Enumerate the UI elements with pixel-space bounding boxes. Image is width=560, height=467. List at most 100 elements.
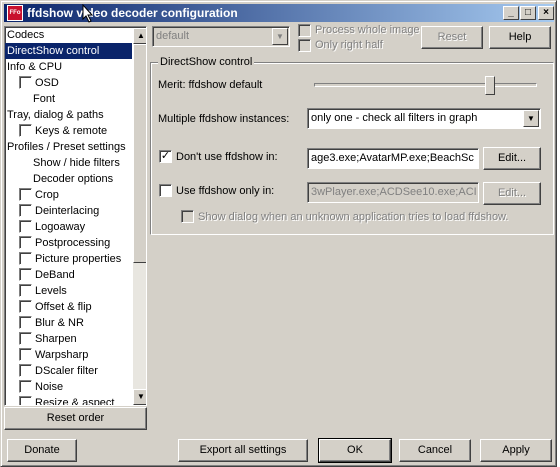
sidebar-item-label: Picture properties [35,253,122,265]
only-right-half-checkbox[interactable] [298,39,311,52]
close-button[interactable]: × [538,6,554,20]
sidebar-item-checkbox[interactable] [19,316,32,329]
multiple-instances-combo[interactable]: only one - check all filters in graph ▼ [307,108,541,129]
sidebar-item-label: Deinterlacing [35,205,100,217]
sidebar-item-checkbox[interactable] [19,252,32,265]
sidebar-item-label: Font [33,93,56,105]
maximize-button[interactable]: □ [520,6,536,20]
sidebar-item-checkbox[interactable] [19,332,32,345]
sidebar-item[interactable]: Logoaway [5,219,85,235]
apply-button[interactable]: Apply [480,439,552,462]
ffdshow-app-icon: FFo [7,5,23,21]
sidebar-item[interactable]: Resize & aspect [5,395,114,405]
multiple-instances-value: only one - check all filters in graph [311,112,478,124]
sidebar-item[interactable]: Deinterlacing [5,203,99,219]
merit-slider-track[interactable] [314,83,537,87]
cancel-button[interactable]: Cancel [399,439,471,462]
sidebar-item-label: DScaler filter [35,365,98,377]
sidebar-item[interactable]: Warpsharp [5,347,88,363]
sidebar-item-checkbox[interactable] [19,396,32,405]
edit-use-only-button[interactable]: Edit... [483,182,541,205]
process-whole-image-checkbox[interactable] [298,24,311,37]
show-dialog-checkbox[interactable] [181,210,194,223]
merit-label: Merit: ffdshow default [158,79,263,91]
merit-slider-thumb[interactable] [485,76,495,95]
sidebar-item-checkbox[interactable] [19,220,32,233]
sidebar-item-label: Tray, dialog & paths [7,109,104,121]
reset-button[interactable]: Reset [421,26,483,49]
show-dialog-label: Show dialog when an unknown application … [198,211,509,223]
sidebar-item-checkbox[interactable] [19,204,32,217]
sidebar-item[interactable]: DeBand [5,267,75,283]
sidebar-item-checkbox[interactable] [19,124,32,137]
sidebar-item-label: Decoder options [33,173,114,185]
use-only-checkbox[interactable] [159,184,172,197]
ok-button[interactable]: OK [318,438,392,463]
edit-dont-use-button[interactable]: Edit... [483,147,541,170]
sidebar-item-label: Keys & remote [35,125,108,137]
dont-use-label: Don't use ffdshow in: [176,151,278,163]
sidebar-item[interactable]: OSD [5,75,59,91]
sidebar-item-checkbox[interactable] [19,380,32,393]
sidebar-item-label: Blur & NR [35,317,84,329]
sidebar-item-label: Profiles / Preset settings [7,141,126,153]
sidebar-item-label: Logoaway [35,221,86,233]
sidebar-item[interactable]: Tray, dialog & paths [5,107,104,123]
window-title: ffdshow video decoder configuration [27,6,238,20]
dont-use-checkbox[interactable]: ✓ [159,150,172,163]
only-right-half-label: Only right half [315,39,383,51]
preset-value: default [156,30,190,42]
sidebar-item[interactable]: Levels [5,283,67,299]
mouse-cursor-icon [82,4,94,23]
sidebar-item[interactable]: Font [5,91,55,107]
sidebar-item-label: Show / hide filters [33,157,120,169]
help-button[interactable]: Help [489,26,551,49]
sidebar-item-checkbox[interactable] [19,236,32,249]
preset-combo[interactable]: default ▼ [152,26,290,47]
sidebar-item-checkbox[interactable] [19,268,32,281]
tree-scrollbar[interactable]: ▲ ▼ [133,28,146,405]
sidebar-item-label: Codecs [7,29,45,41]
use-only-field[interactable]: 3wPlayer.exe;ACDSee10.exe;ACI [307,182,479,203]
scroll-down-arrow-icon[interactable]: ▼ [133,389,146,405]
dropdown-arrow-icon[interactable]: ▼ [523,110,539,127]
sidebar-item[interactable]: Show / hide filters [5,155,120,171]
sidebar-item-label: Crop [35,189,59,201]
sidebar-item-label: DeBand [35,269,75,281]
sidebar-item[interactable]: Decoder options [5,171,113,187]
sidebar-item-label: Sharpen [35,333,77,345]
sidebar-item-checkbox[interactable] [19,188,32,201]
minimize-button[interactable]: _ [503,6,519,20]
group-title: DirectShow control [158,56,255,68]
reset-order-button[interactable]: Reset order [4,407,147,430]
scroll-thumb[interactable] [133,44,146,263]
sidebar-item[interactable]: Postprocessing [5,235,110,251]
sidebar-item[interactable]: Sharpen [5,331,77,347]
scroll-up-arrow-icon[interactable]: ▲ [133,28,146,44]
sidebar-item[interactable]: Info & CPU [5,59,62,75]
dont-use-value: age3.exe;AvatarMP.exe;BeachSc [311,152,474,164]
sidebar-item-checkbox[interactable] [19,348,32,361]
sidebar-item-label: Info & CPU [7,61,63,73]
sidebar-item[interactable]: Codecs [5,27,44,43]
sidebar-item-checkbox[interactable] [19,76,32,89]
sidebar-item[interactable]: DScaler filter [5,363,98,379]
sidebar-item-checkbox[interactable] [19,364,32,377]
donate-button[interactable]: Donate [7,439,77,462]
sidebar-item[interactable]: Noise [5,379,63,395]
sidebar-item[interactable]: Keys & remote [5,123,107,139]
dont-use-field[interactable]: age3.exe;AvatarMP.exe;BeachSc [307,148,479,169]
export-all-settings-button[interactable]: Export all settings [178,439,308,462]
sidebar-item[interactable]: Offset & flip [5,299,92,315]
sidebar-item[interactable]: Picture properties [5,251,121,267]
dropdown-arrow-icon[interactable]: ▼ [272,28,288,45]
sidebar-item[interactable]: DirectShow control [5,43,132,59]
sidebar-item[interactable]: Profiles / Preset settings [5,139,126,155]
sidebar-item-checkbox[interactable] [19,300,32,313]
sidebar-item[interactable]: Crop [5,187,59,203]
sidebar-item[interactable]: Blur & NR [5,315,84,331]
sections-tree[interactable]: Codecs DirectShow control Info & CPU OSD Fon… [4,26,147,406]
main-window: FFo ffdshow video decoder configuration … [0,0,557,467]
sidebar-item-checkbox[interactable] [19,284,32,297]
sidebar-item-label: Noise [35,381,64,393]
